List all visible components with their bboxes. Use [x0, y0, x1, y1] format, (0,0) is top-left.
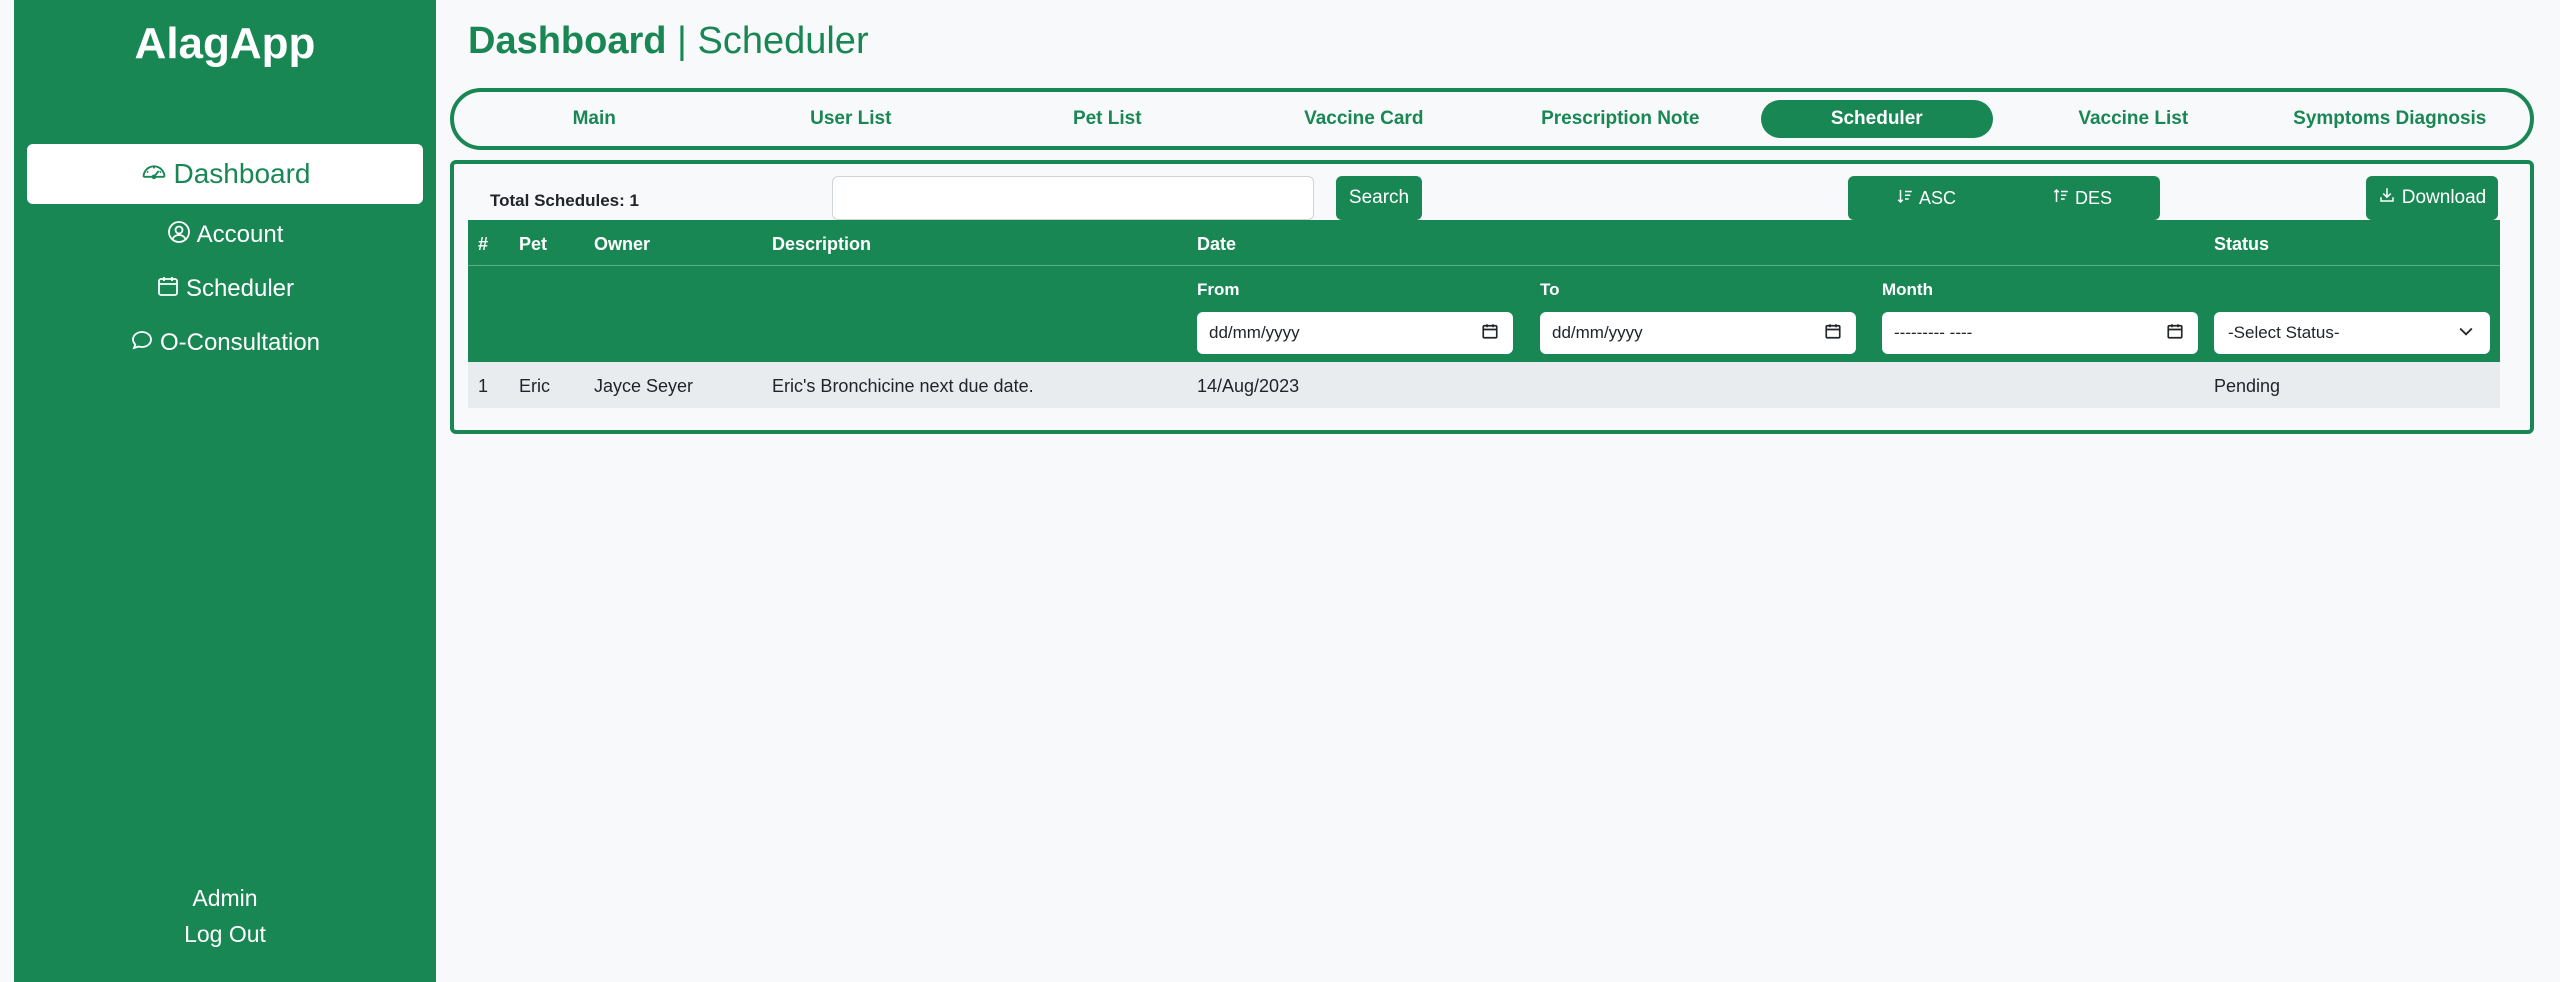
- person-circle-icon: [167, 220, 191, 251]
- cell-description: Eric's Bronchicine next due date.: [772, 376, 1034, 396]
- sidebar-item-account[interactable]: Account: [14, 208, 436, 262]
- month-label: Month: [1882, 280, 1933, 299]
- column-header-status: Status: [2214, 234, 2270, 254]
- status-select[interactable]: -Select Status-: [2214, 312, 2490, 354]
- download-icon: [2378, 186, 2396, 210]
- tab-vaccine-card[interactable]: Vaccine Card: [1248, 100, 1481, 138]
- sidebar-item-label: Dashboard: [173, 158, 311, 189]
- tab-main[interactable]: Main: [478, 100, 711, 138]
- total-schedules: Total Schedules: 1: [490, 191, 639, 210]
- sidebar-item-dashboard[interactable]: Dashboard: [27, 144, 423, 204]
- calendar-icon: [156, 274, 180, 305]
- page-title: Dashboard | Scheduler: [468, 18, 869, 64]
- tab-user-list[interactable]: User List: [735, 100, 968, 138]
- sidebar-item-label: Account: [196, 221, 284, 248]
- search-input[interactable]: [832, 176, 1314, 220]
- calendar-icon: [2166, 322, 2184, 345]
- table-row[interactable]: 1 Eric Jayce Seyer Eric's Bronchicine ne…: [468, 362, 2500, 408]
- cell-owner: Jayce Seyer: [594, 376, 694, 396]
- tab-prescription-note[interactable]: Prescription Note: [1504, 100, 1737, 138]
- table-header: # Pet Owner Description Date Status From…: [468, 220, 2500, 362]
- tab-scheduler[interactable]: Scheduler: [1760, 100, 1993, 138]
- search-button-label: Search: [1348, 187, 1410, 208]
- chevron-down-icon: [2456, 321, 2476, 346]
- column-header-date: Date: [1197, 234, 1237, 254]
- cell-date: 14/Aug/2023: [1197, 376, 1300, 396]
- cell-num: 1: [478, 376, 489, 396]
- tab-vaccine-list[interactable]: Vaccine List: [2017, 100, 2250, 138]
- brand-logo: AlagApp: [134, 19, 316, 68]
- to-date-input[interactable]: dd/mm/yyyy: [1540, 312, 1856, 354]
- sidebar-item-label: O-Consultation: [159, 329, 321, 356]
- page-title-separator: |: [666, 20, 698, 62]
- page-title-bold: Dashboard: [468, 20, 667, 62]
- cell-pet: Eric: [519, 376, 550, 396]
- cell-status: Pending: [2214, 376, 2281, 396]
- sort-asc-label: ASC: [1918, 187, 1956, 208]
- sort-asc-button[interactable]: ASC: [1848, 176, 2004, 220]
- filter-row: From To Month dd/mm/yyyy dd/mm/yyyy ----…: [468, 266, 2500, 362]
- column-header-pet: Pet: [519, 234, 548, 254]
- to-label: To: [1540, 280, 1560, 299]
- from-label: From: [1197, 280, 1240, 299]
- schedule-table: # Pet Owner Description Date Status From…: [468, 220, 2500, 408]
- tab-bar: Main User List Pet List Vaccine Card Pre…: [450, 88, 2534, 150]
- sidebar-item-scheduler[interactable]: Scheduler: [14, 262, 436, 316]
- month-placeholder: --------- ----: [1894, 323, 1973, 342]
- month-input[interactable]: --------- ----: [1882, 312, 2198, 354]
- sidebar-item-label: Scheduler: [185, 275, 295, 302]
- column-header-description: Description: [772, 234, 872, 254]
- download-button[interactable]: Download: [2366, 176, 2498, 220]
- column-header-num: #: [478, 234, 489, 254]
- sort-down-icon: [1896, 187, 1914, 210]
- sidebar: AlagApp Dashboard Account Scheduler O-Co…: [14, 0, 436, 982]
- calendar-icon: [1481, 322, 1499, 345]
- sort-des-button[interactable]: DES: [2004, 176, 2160, 220]
- speedometer-icon: [140, 157, 168, 192]
- tab-symptoms-diagnosis[interactable]: Symptoms Diagnosis: [2274, 100, 2507, 138]
- sidebar-nav: Dashboard Account Scheduler O-Consultati…: [14, 144, 436, 370]
- sidebar-footer: Admin Log Out: [14, 880, 436, 952]
- main-content: Dashboard | Scheduler Main User List Pet…: [436, 0, 2560, 982]
- page-title-sub: Scheduler: [697, 20, 869, 62]
- sidebar-item-o-consultation[interactable]: O-Consultation: [14, 316, 436, 370]
- sort-des-label: DES: [2074, 187, 2112, 208]
- tab-pet-list[interactable]: Pet List: [991, 100, 1224, 138]
- calendar-icon: [1824, 322, 1842, 345]
- chat-icon: [130, 328, 154, 359]
- sort-up-icon: [2052, 187, 2070, 210]
- column-header-owner: Owner: [594, 234, 651, 254]
- status-select-value: -Select Status-: [2228, 323, 2340, 342]
- from-date-placeholder: dd/mm/yyyy: [1209, 323, 1300, 342]
- from-date-input[interactable]: dd/mm/yyyy: [1197, 312, 1513, 354]
- download-label: Download: [2401, 187, 2487, 208]
- logout-link[interactable]: Log Out: [14, 916, 436, 952]
- search-button[interactable]: Search: [1336, 176, 1422, 220]
- sort-button-group: ASC DES: [1848, 176, 2160, 220]
- admin-link[interactable]: Admin: [14, 880, 436, 916]
- header-row: # Pet Owner Description Date Status: [468, 220, 2500, 266]
- to-date-placeholder: dd/mm/yyyy: [1552, 323, 1643, 342]
